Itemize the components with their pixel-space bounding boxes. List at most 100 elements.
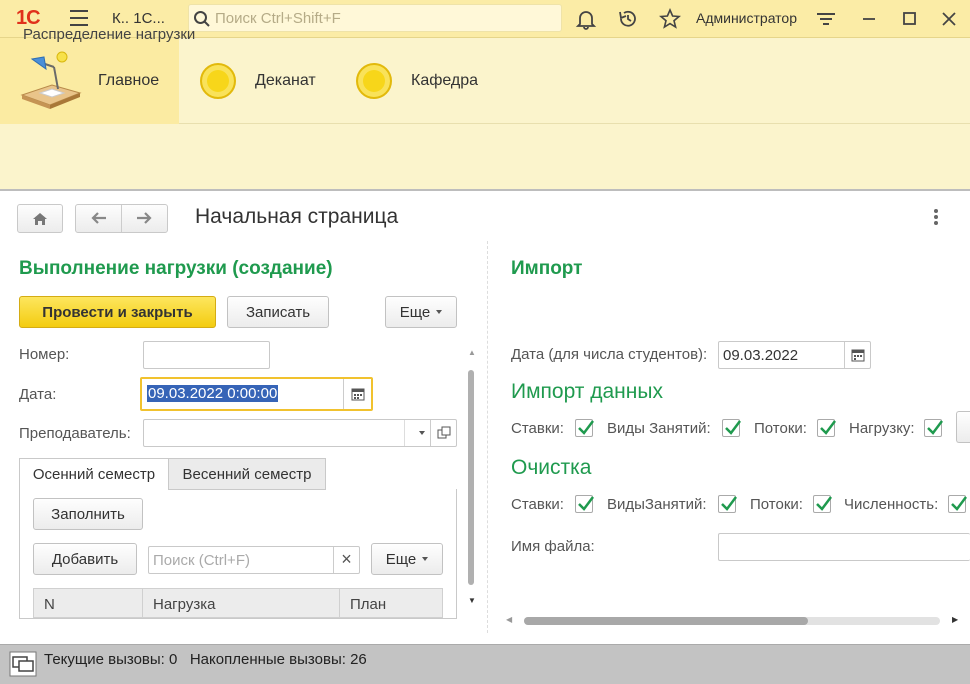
scroll-right-icon[interactable]: ▶ xyxy=(952,615,958,624)
user-name[interactable]: Администратор xyxy=(696,10,797,26)
scrollbar-thumb[interactable] xyxy=(468,370,474,585)
forward-button[interactable] xyxy=(122,205,167,232)
import-rates-label: Ставки: xyxy=(511,420,564,437)
table-more-button[interactable]: Еще xyxy=(371,543,443,575)
horizontal-scrollbar[interactable]: ◀ ▶ xyxy=(506,613,962,629)
teacher-dropdown-button[interactable] xyxy=(404,420,430,446)
clean-count-label: Численность: xyxy=(844,496,939,513)
star-icon[interactable] xyxy=(659,8,681,30)
import-title: Импорт xyxy=(511,258,583,279)
more-button[interactable]: Еще xyxy=(385,296,457,328)
import-date-label: Дата (для числа студентов): xyxy=(511,346,708,363)
import-date-field[interactable]: 09.03.2022 xyxy=(718,341,871,369)
history-icon[interactable] xyxy=(617,8,639,30)
home-button[interactable] xyxy=(17,204,63,233)
file-name-field[interactable] xyxy=(718,533,970,561)
scroll-left-icon[interactable]: ◀ xyxy=(506,615,512,624)
desk-lamp-icon xyxy=(20,51,82,109)
import-kinds-checkbox[interactable] xyxy=(722,419,741,437)
clean-rates-checkbox[interactable] xyxy=(575,495,594,513)
vertical-scrollbar[interactable]: ▲ ▼ xyxy=(466,348,476,610)
coin-icon xyxy=(200,63,236,99)
clean-kinds-checkbox[interactable] xyxy=(718,495,737,513)
import-button[interactable] xyxy=(956,411,970,443)
tab-autumn-semester[interactable]: Осенний семестр xyxy=(19,458,169,490)
scroll-down-icon[interactable]: ▼ xyxy=(468,596,476,605)
clean-rates-label: Ставки: xyxy=(511,496,564,513)
post-and-close-button[interactable]: Провести и закрыть xyxy=(19,296,216,328)
settings-lines-icon[interactable] xyxy=(815,8,837,30)
teacher-label: Преподаватель: xyxy=(19,425,131,442)
scrollbar-thumb[interactable] xyxy=(524,617,808,625)
nav-link-load-distribution[interactable]: Распределение нагрузки xyxy=(23,26,195,43)
import-load-checkbox[interactable] xyxy=(924,419,943,437)
checkmark-icon xyxy=(578,420,594,435)
section-label-department: Кафедра xyxy=(411,72,479,89)
section-label-dean: Деканат xyxy=(255,72,316,89)
chevron-down-icon xyxy=(419,431,425,435)
clear-search-icon[interactable]: × xyxy=(333,547,359,573)
section-main[interactable]: Главное xyxy=(0,38,179,124)
import-load-label: Нагрузку: xyxy=(849,420,915,437)
checkmark-icon xyxy=(725,420,741,435)
import-rates-checkbox[interactable] xyxy=(575,419,594,437)
coin-icon xyxy=(356,63,392,99)
open-window-icon xyxy=(437,426,451,439)
add-button[interactable]: Добавить xyxy=(33,543,137,575)
document-title: Выполнение нагрузки (создание) xyxy=(19,258,333,279)
back-button[interactable] xyxy=(76,205,122,232)
arrow-right-icon xyxy=(137,212,152,224)
chevron-down-icon xyxy=(436,310,443,314)
maximize-icon[interactable] xyxy=(898,8,920,30)
home-icon xyxy=(33,213,47,225)
clean-count-checkbox[interactable] xyxy=(948,495,967,513)
table-search-input[interactable]: Поиск (Ctrl+F) xyxy=(148,546,360,574)
teacher-open-button[interactable] xyxy=(430,420,456,446)
checkmark-icon xyxy=(578,496,594,511)
page-title: Начальная страница xyxy=(195,205,399,228)
calendar-button[interactable] xyxy=(343,379,371,409)
section-department[interactable]: Кафедра xyxy=(356,38,496,124)
column-header-load[interactable]: Нагрузка xyxy=(142,588,340,618)
column-header-plan[interactable]: План xyxy=(339,588,443,618)
status-text: Текущие вызовы: 0 Накопленные вызовы: 26 xyxy=(44,651,367,668)
table-search-placeholder: Поиск (Ctrl+F) xyxy=(153,552,250,569)
scroll-up-icon[interactable]: ▲ xyxy=(468,348,476,357)
search-placeholder: Поиск Ctrl+Shift+F xyxy=(215,10,341,27)
clean-kinds-label: ВидыЗанятий: xyxy=(607,496,707,513)
import-data-title: Импорт данных xyxy=(511,380,663,403)
column-header-n[interactable]: N xyxy=(33,588,143,618)
bell-icon[interactable] xyxy=(575,8,597,30)
checkmark-icon xyxy=(927,420,943,435)
date-value: 09.03.2022 0:00:00 xyxy=(147,385,279,402)
tab-spring-semester[interactable]: Весенний семестр xyxy=(168,458,326,490)
column-divider xyxy=(487,241,488,633)
app-title[interactable]: К.. 1С... xyxy=(112,10,165,27)
number-field[interactable] xyxy=(143,341,270,369)
monitor-icon[interactable] xyxy=(9,651,37,677)
checkmark-icon xyxy=(721,496,737,511)
global-search-input[interactable]: Поиск Ctrl+Shift+F xyxy=(188,4,562,32)
import-date-value: 09.03.2022 xyxy=(723,347,799,364)
section-dean[interactable]: Деканат xyxy=(200,38,340,124)
import-streams-checkbox[interactable] xyxy=(817,419,836,437)
checkmark-icon xyxy=(951,496,967,511)
menu-icon[interactable] xyxy=(70,10,88,26)
import-calendar-button[interactable] xyxy=(844,342,870,368)
checkmark-icon xyxy=(816,496,832,511)
more-vertical-icon[interactable] xyxy=(934,209,938,227)
section-label-main: Главное xyxy=(98,72,160,89)
arrow-left-icon xyxy=(91,212,106,224)
chevron-down-icon xyxy=(422,557,429,561)
clean-streams-checkbox[interactable] xyxy=(813,495,832,513)
table-more-label: Еще xyxy=(385,550,417,568)
save-button[interactable]: Записать xyxy=(227,296,329,328)
close-icon[interactable] xyxy=(938,8,960,30)
fill-button[interactable]: Заполнить xyxy=(33,498,143,530)
calendar-icon xyxy=(351,388,365,401)
checkmark-icon xyxy=(820,420,836,435)
date-field[interactable]: 09.03.2022 0:00:00 xyxy=(140,377,373,411)
file-name-label: Имя файла: xyxy=(511,538,595,555)
import-kinds-label: Виды Занятий: xyxy=(607,420,711,437)
minimize-icon[interactable] xyxy=(858,8,880,30)
